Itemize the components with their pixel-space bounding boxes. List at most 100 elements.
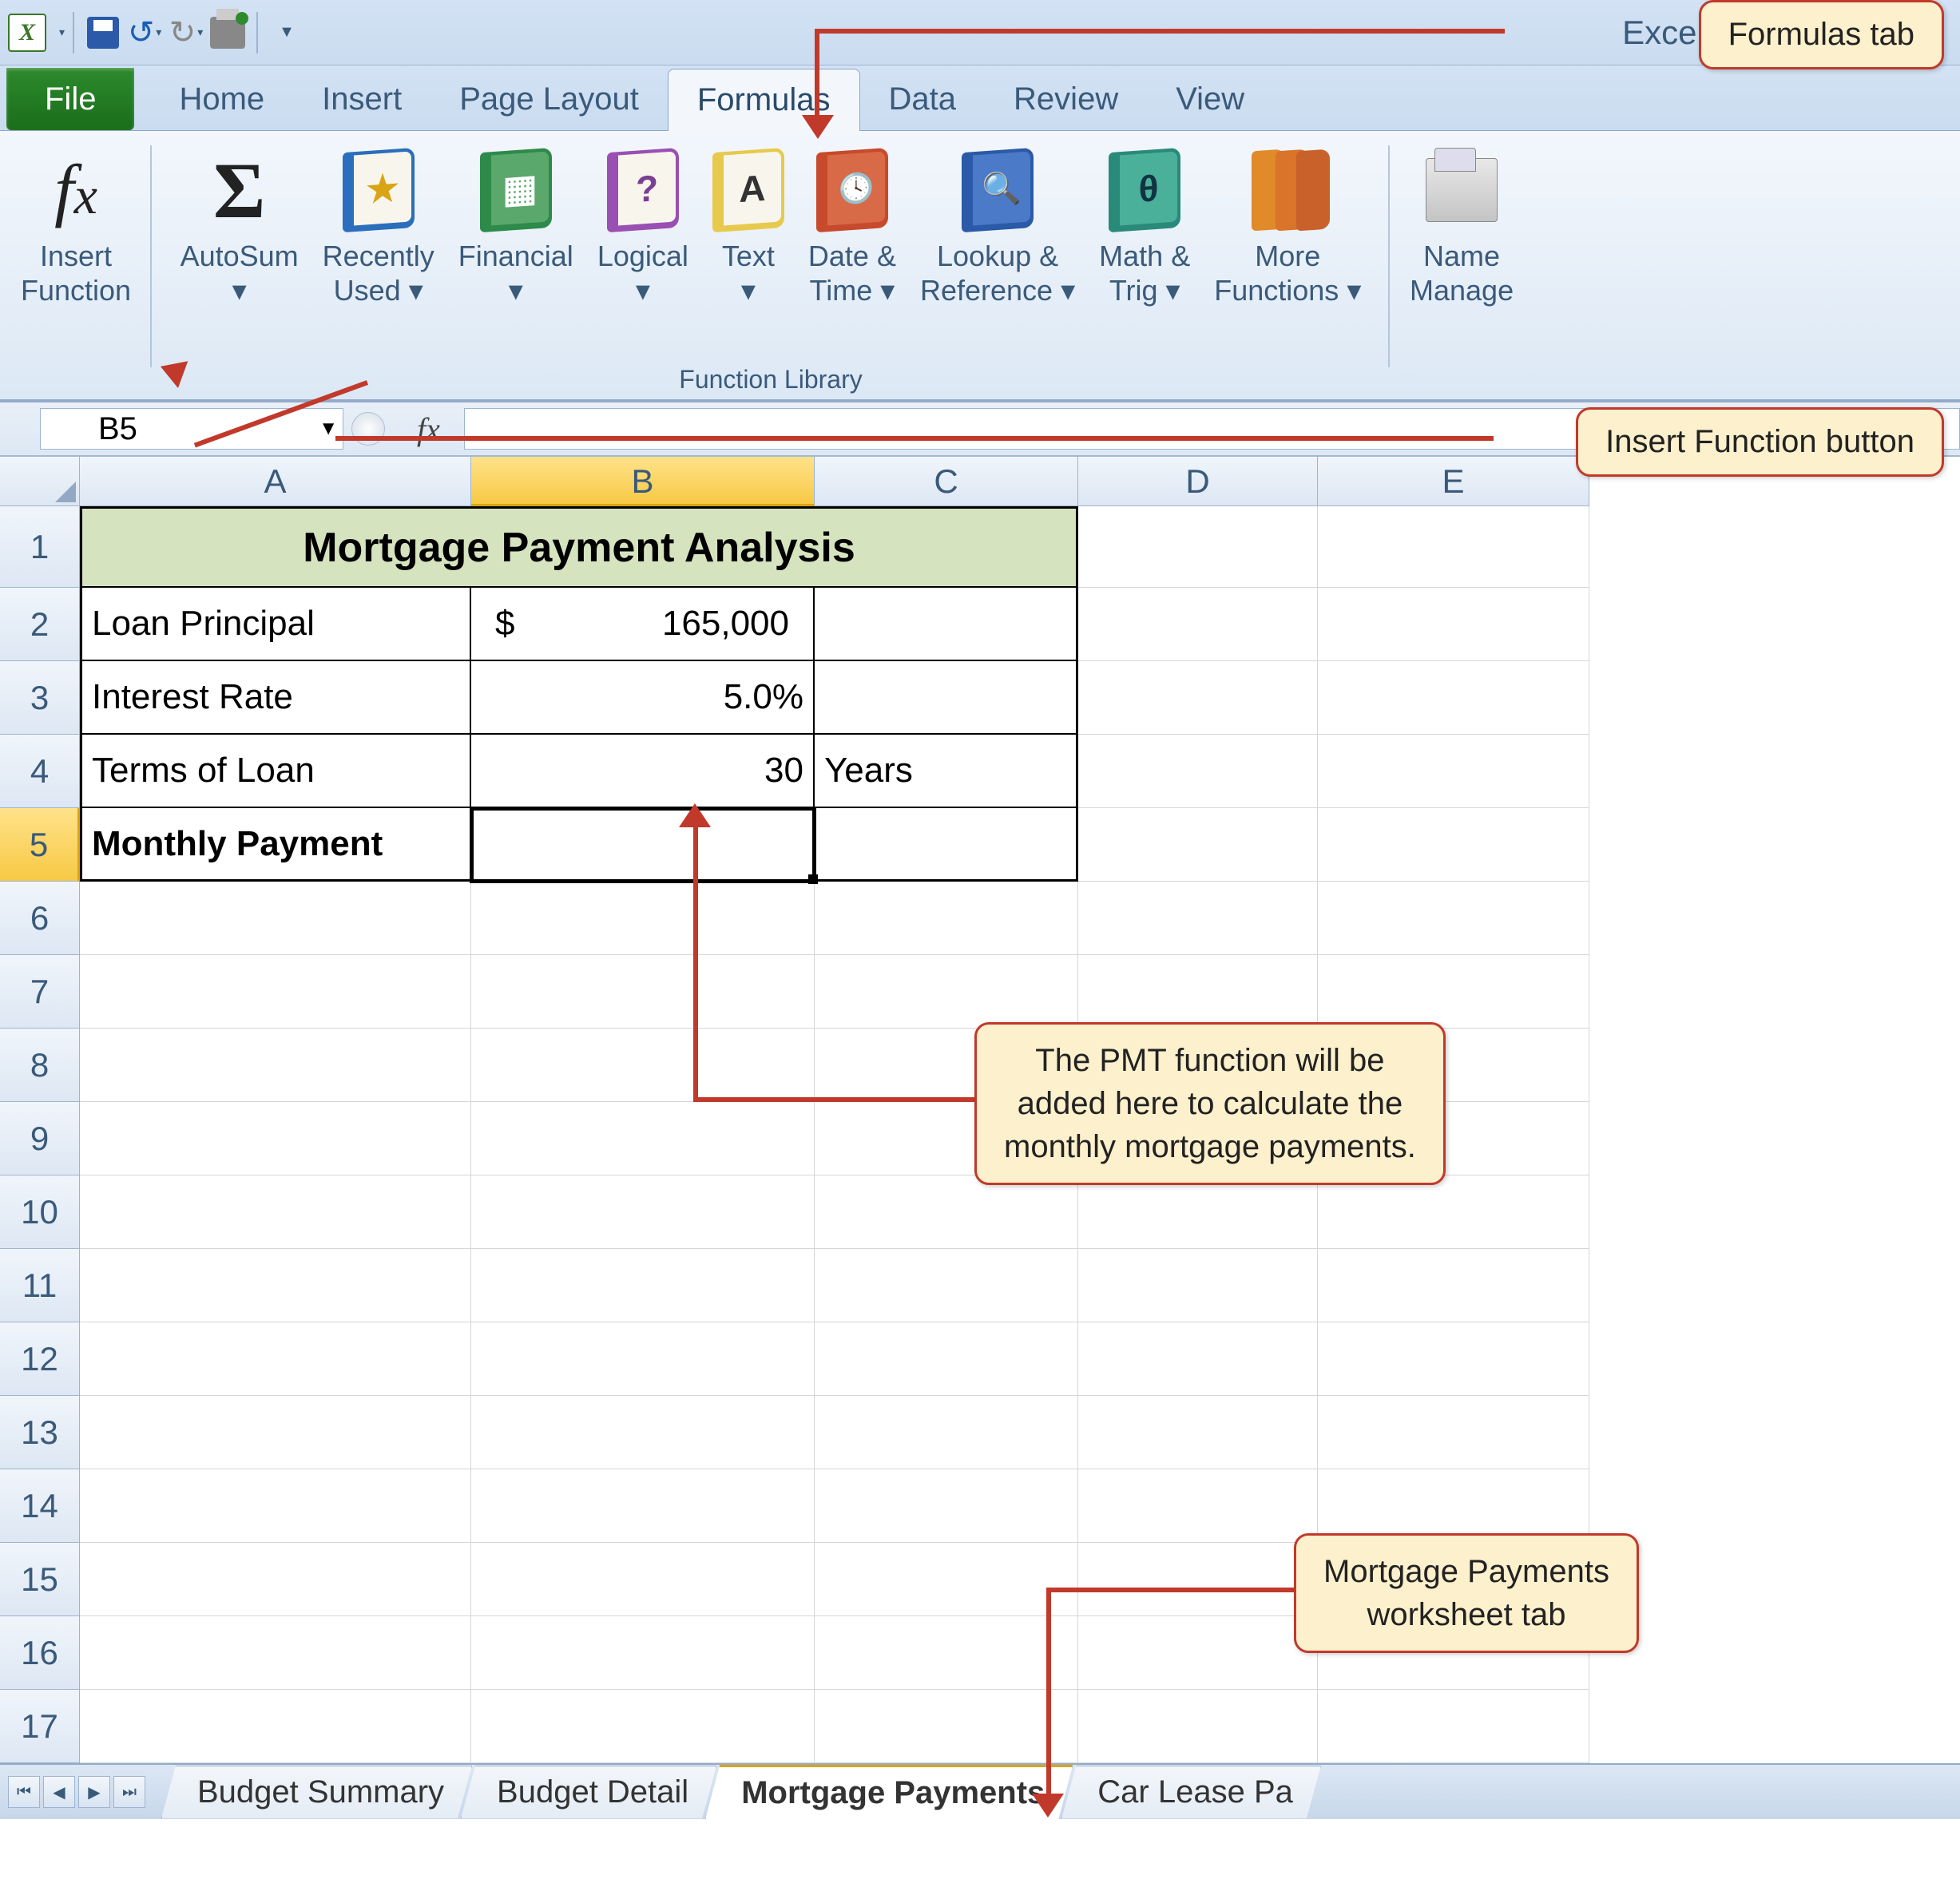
row-header-15[interactable]: 15	[0, 1543, 80, 1616]
cell-e4[interactable]	[1318, 735, 1589, 808]
cell-e6[interactable]	[1318, 882, 1589, 955]
cell-b5[interactable]	[471, 808, 815, 882]
cell-e5[interactable]	[1318, 808, 1589, 882]
app-menu-arrow-icon[interactable]: ▾	[59, 26, 65, 39]
cell-b14[interactable]	[471, 1469, 815, 1543]
cell-e11[interactable]	[1318, 1249, 1589, 1322]
cell-b16[interactable]	[471, 1616, 815, 1690]
file-tab[interactable]: File	[6, 68, 134, 130]
sheet-nav-first-button[interactable]: ⏮	[8, 1776, 40, 1808]
row-header-8[interactable]: 8	[0, 1029, 80, 1102]
cell-b2[interactable]: $165,000	[471, 588, 815, 661]
cell-d7[interactable]	[1078, 955, 1318, 1029]
col-header-e[interactable]: E	[1318, 457, 1589, 506]
sheet-tab-car-lease[interactable]: Car Lease Pa	[1061, 1766, 1321, 1818]
row-header-2[interactable]: 2	[0, 588, 80, 661]
cell-e17[interactable]	[1318, 1690, 1589, 1763]
cell-c11[interactable]	[815, 1249, 1078, 1322]
cell-c2[interactable]	[815, 588, 1078, 661]
cell-b4[interactable]: 30	[471, 735, 815, 808]
cell-c12[interactable]	[815, 1322, 1078, 1396]
row-header-12[interactable]: 12	[0, 1322, 80, 1396]
row-header-9[interactable]: 9	[0, 1102, 80, 1175]
cell-c14[interactable]	[815, 1469, 1078, 1543]
row-header-3[interactable]: 3	[0, 661, 80, 735]
more-functions-button[interactable]: More Functions ▾	[1202, 141, 1373, 313]
cell-d12[interactable]	[1078, 1322, 1318, 1396]
save-button[interactable]	[84, 14, 122, 52]
row-header-5[interactable]: 5	[0, 808, 80, 882]
cell-c5[interactable]	[815, 808, 1078, 882]
cell-b13[interactable]	[471, 1396, 815, 1469]
cell-b9[interactable]	[471, 1102, 815, 1175]
cell-c13[interactable]	[815, 1396, 1078, 1469]
col-header-c[interactable]: C	[815, 457, 1078, 506]
cell-e1[interactable]	[1318, 506, 1589, 588]
cell-e14[interactable]	[1318, 1469, 1589, 1543]
cell-a9[interactable]	[80, 1102, 471, 1175]
tab-insert[interactable]: Insert	[293, 68, 430, 130]
cell-d16[interactable]	[1078, 1616, 1318, 1690]
cell-a13[interactable]	[80, 1396, 471, 1469]
cell-a7[interactable]	[80, 955, 471, 1029]
text-button[interactable]: A Text▾	[700, 141, 796, 313]
cell-b17[interactable]	[471, 1690, 815, 1763]
row-header-14[interactable]: 14	[0, 1469, 80, 1543]
cell-c3[interactable]	[815, 661, 1078, 735]
cell-c10[interactable]	[815, 1175, 1078, 1249]
cell-c7[interactable]	[815, 955, 1078, 1029]
cell-a12[interactable]	[80, 1322, 471, 1396]
select-all-corner[interactable]	[0, 457, 80, 506]
cell-d14[interactable]	[1078, 1469, 1318, 1543]
cell-b3[interactable]: 5.0%	[471, 661, 815, 735]
tab-page-layout[interactable]: Page Layout	[430, 68, 668, 130]
excel-app-icon[interactable]: X	[8, 14, 46, 52]
sheet-tab-budget-detail[interactable]: Budget Detail	[461, 1766, 716, 1818]
cell-a11[interactable]	[80, 1249, 471, 1322]
sheet-tab-mortgage-payments[interactable]: Mortgage Payments	[705, 1765, 1073, 1819]
name-manager-button[interactable]: Name Manage	[1398, 141, 1526, 313]
cell-e3[interactable]	[1318, 661, 1589, 735]
cell-d15[interactable]	[1078, 1543, 1318, 1616]
math-trig-button[interactable]: θ Math & Trig ▾	[1087, 141, 1202, 313]
cell-e13[interactable]	[1318, 1396, 1589, 1469]
fx-icon[interactable]: fx	[417, 410, 440, 448]
quick-print-button[interactable]	[208, 14, 247, 52]
cell-d6[interactable]	[1078, 882, 1318, 955]
cell-d5[interactable]	[1078, 808, 1318, 882]
col-header-b[interactable]: B	[471, 457, 815, 506]
cell-b8[interactable]	[471, 1029, 815, 1102]
lookup-reference-button[interactable]: 🔍 Lookup & Reference ▾	[908, 141, 1087, 313]
tab-view[interactable]: View	[1147, 68, 1273, 130]
cell-a5[interactable]: Monthly Payment	[80, 808, 471, 882]
row-header-11[interactable]: 11	[0, 1249, 80, 1322]
cell-b11[interactable]	[471, 1249, 815, 1322]
cell-e10[interactable]	[1318, 1175, 1589, 1249]
cell-b15[interactable]	[471, 1543, 815, 1616]
row-header-6[interactable]: 6	[0, 882, 80, 955]
cell-b7[interactable]	[471, 955, 815, 1029]
tab-home[interactable]: Home	[150, 68, 293, 130]
cell-d17[interactable]	[1078, 1690, 1318, 1763]
sheet-nav-prev-button[interactable]: ◀	[43, 1776, 75, 1808]
cell-b10[interactable]	[471, 1175, 815, 1249]
cell-c15[interactable]	[815, 1543, 1078, 1616]
redo-button[interactable]: ↻▾	[167, 14, 205, 52]
cell-d10[interactable]	[1078, 1175, 1318, 1249]
row-header-10[interactable]: 10	[0, 1175, 80, 1249]
cell-a1-title[interactable]: Mortgage Payment Analysis	[80, 506, 1078, 588]
cell-e7[interactable]	[1318, 955, 1589, 1029]
cell-d13[interactable]	[1078, 1396, 1318, 1469]
cell-d11[interactable]	[1078, 1249, 1318, 1322]
row-header-7[interactable]: 7	[0, 955, 80, 1029]
customize-qat-button[interactable]: ▼	[268, 14, 306, 52]
autosum-button[interactable]: Σ AutoSum▾	[169, 141, 311, 313]
cell-c16[interactable]	[815, 1616, 1078, 1690]
sheet-nav-last-button[interactable]: ⏭	[113, 1776, 145, 1808]
cell-d1[interactable]	[1078, 506, 1318, 588]
insert-function-button[interactable]: fx Insert Function	[9, 141, 143, 313]
cell-a10[interactable]	[80, 1175, 471, 1249]
cell-a4[interactable]: Terms of Loan	[80, 735, 471, 808]
cell-b12[interactable]	[471, 1322, 815, 1396]
sheet-tab-budget-summary[interactable]: Budget Summary	[161, 1766, 472, 1818]
